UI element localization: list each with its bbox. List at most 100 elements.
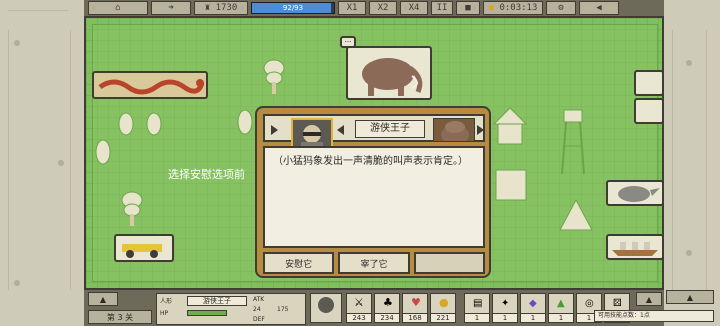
next-page-button[interactable]: ▲ — [636, 292, 662, 306]
rhino-icon — [618, 186, 660, 202]
unit-type: 人形 — [160, 298, 173, 305]
gold-icon: ● — [488, 3, 495, 13]
speed-1-button[interactable]: X1 — [338, 1, 366, 15]
skill-points-note: 可用技能点数：1点 — [594, 310, 714, 322]
stat-slot-heart[interactable]: ♥ 168 — [402, 293, 428, 323]
castle-icon: ♜ — [204, 3, 211, 13]
dialog-text: （小猛犸象发出一声清脆的叫声表示肯定。） — [263, 146, 485, 248]
speed-1-label: X1 — [346, 3, 358, 13]
hp-text: 92/93 — [282, 4, 304, 12]
stat-slot-tree[interactable]: ♣ 234 — [374, 293, 400, 323]
tree-icon — [263, 59, 285, 94]
level-text: 第 3 关 — [106, 312, 134, 322]
stop-icon: ■ — [465, 3, 471, 13]
card-slot[interactable]: ➜ — [151, 1, 191, 15]
atk-label: ATK — [253, 296, 265, 303]
skill-slot-4[interactable]: ▲ 1 — [548, 293, 574, 323]
potion-icon: ▲ — [557, 298, 565, 309]
speech-bubble: ··· — [340, 36, 356, 48]
tent-icon — [559, 198, 593, 231]
mammoth-portrait-icon — [441, 121, 469, 141]
skill-slot-3[interactable]: ◆ 1 — [520, 293, 546, 323]
game-screen: ⌂ ➜ ♜ 1730 92/93 X1 X2 X4 II ■ ● 0:03:13… — [0, 0, 720, 326]
empty-option-button — [413, 252, 485, 274]
exit-button[interactable]: ◀ — [579, 1, 619, 15]
skill-count: 1 — [549, 313, 573, 322]
hp-bar: 92/93 — [251, 2, 335, 14]
stat-value: 243 — [347, 313, 371, 322]
dragon-icon — [98, 79, 205, 95]
gear-icon: ⚙ — [558, 3, 564, 13]
boat-icon — [612, 242, 658, 256]
prev-level-button[interactable]: ▲ — [88, 292, 118, 306]
next-target-arrow[interactable] — [477, 125, 484, 135]
boulders-icon — [118, 112, 162, 136]
comfort-button[interactable]: 安慰它 — [263, 252, 335, 274]
atk2-value: 175 — [277, 306, 289, 313]
skill-slot-1[interactable]: ▤ 1 — [464, 293, 490, 323]
skill-count: 1 — [493, 313, 517, 322]
menu-slot[interactable]: ⌂ — [88, 1, 148, 15]
triangle-up-icon: ▲ — [686, 292, 694, 302]
portrait-slot — [310, 293, 342, 323]
stop-button[interactable]: ■ — [456, 1, 480, 15]
bottom-bar: ▲ 第 3 关 人形 游侠王子 HP ATK 24 175 DEF ⚔ 243 … — [84, 288, 664, 326]
book-icon: ▤ — [473, 298, 483, 309]
pause-label: II — [436, 3, 448, 13]
skill-slot-2[interactable]: ✦ 1 — [492, 293, 518, 323]
enemy-card-2[interactable] — [634, 98, 664, 124]
stat-value: 234 — [375, 313, 399, 322]
prev-speaker-arrow[interactable] — [337, 125, 344, 135]
mammoth-card[interactable] — [346, 46, 432, 100]
stat-value: 221 — [431, 313, 455, 322]
stat-value: 168 — [403, 313, 427, 322]
unit-info-panel: 人形 游侠王子 HP ATK 24 175 DEF — [156, 293, 306, 325]
skill-count: 1 — [465, 313, 489, 322]
unit-name: 游侠王子 — [187, 296, 247, 306]
arrow-icon: ➜ — [168, 3, 174, 13]
triangle-up-icon: ▲ — [645, 294, 653, 304]
atk-value: 24 — [253, 306, 261, 313]
next-speaker-arrow[interactable] — [271, 125, 278, 135]
clock-display: ● 0:03:13 — [483, 1, 543, 15]
enemy-card-1[interactable] — [634, 70, 664, 96]
boulder-icon — [95, 139, 111, 165]
top-bar: ⌂ ➜ ♜ 1730 92/93 X1 X2 X4 II ■ ● 0:03:13… — [84, 0, 664, 18]
speed-2-label: X2 — [377, 3, 389, 13]
speaker-name: 游侠王子 — [355, 120, 425, 138]
ranger-prince-icon — [318, 297, 334, 313]
kill-button[interactable]: 宰了它 — [338, 252, 410, 274]
stat-slot-coin[interactable]: ● 221 — [430, 293, 456, 323]
target-portrait — [433, 118, 475, 142]
dice-icon: ⚄ — [613, 298, 622, 309]
dragon-card[interactable] — [92, 71, 208, 99]
cart-card[interactable] — [114, 234, 174, 262]
hint-text: 选择安慰选项前 — [168, 168, 245, 181]
heart-icon: ♥ — [411, 296, 421, 309]
sword-icon: ⚔ — [354, 296, 364, 309]
speed-4-button[interactable]: X4 — [400, 1, 428, 15]
settings-button[interactable]: ⚙ — [546, 1, 576, 15]
arrow-left-icon: ◀ — [596, 3, 602, 13]
mammoth-icon — [362, 58, 423, 96]
tree-icon — [237, 109, 253, 135]
speed-2-button[interactable]: X2 — [369, 1, 397, 15]
right-frame — [662, 0, 720, 326]
rhino-card[interactable] — [606, 180, 664, 206]
left-frame — [0, 0, 84, 326]
stat-slot-sword[interactable]: ⚔ 243 — [346, 293, 372, 323]
expand-button[interactable]: ▲ — [666, 290, 714, 304]
timer-value: 1730 — [215, 3, 238, 13]
pause-button[interactable]: II — [431, 1, 453, 15]
speed-4-label: X4 — [408, 3, 420, 13]
coin-icon: ● — [439, 296, 449, 309]
dialog-options: 安慰它 宰了它 — [263, 252, 485, 274]
dialog-header: 游侠王子 — [263, 114, 485, 152]
dialog-box: 游侠王子 （小猛犸象发出一声清脆的叫声表示肯定。） 安慰它 宰了它 — [255, 106, 491, 278]
boat-card[interactable] — [606, 234, 664, 260]
timer-display: ♜ 1730 — [194, 1, 248, 15]
triangle-up-icon: ▲ — [99, 294, 107, 304]
clock-value: 0:03:13 — [499, 3, 538, 13]
star-icon: ✦ — [501, 298, 510, 309]
skill-count: 1 — [521, 313, 545, 322]
